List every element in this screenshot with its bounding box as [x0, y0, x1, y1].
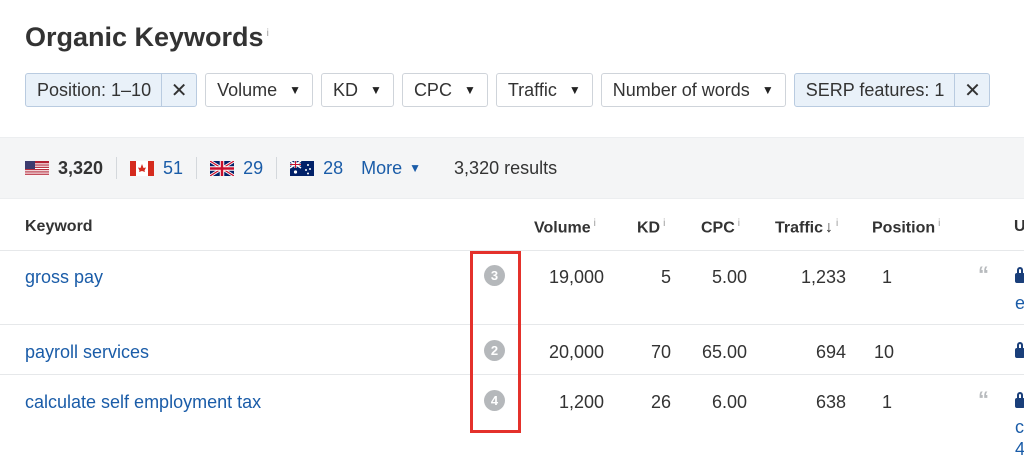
clipped-text[interactable]: 4 [1015, 439, 1024, 460]
more-label[interactable]: More [361, 158, 402, 179]
chevron-down-icon: ▼ [463, 83, 476, 97]
column-kd[interactable]: KD i [637, 218, 665, 237]
country-uk[interactable]: 29 [210, 158, 263, 179]
column-kd-label[interactable]: KD [637, 219, 660, 236]
traffic-filter-dropdown[interactable]: Traffic ▼ [495, 73, 593, 107]
traffic-value: 694 [815, 342, 846, 362]
column-traffic[interactable]: Traffic ↓ i [775, 218, 838, 237]
column-keyword-label[interactable]: Keyword [25, 218, 93, 235]
keyword-link[interactable]: calculate self employment tax [25, 392, 261, 413]
divider [116, 157, 118, 179]
country-australia-count[interactable]: 28 [323, 158, 343, 179]
volume-filter-dropdown[interactable]: Volume ▼ [205, 73, 314, 107]
keyword-link[interactable]: payroll services [25, 342, 149, 363]
volume-value: 20,000 [548, 342, 604, 362]
column-clipped-label[interactable]: U [1014, 218, 1024, 235]
column-traffic-label[interactable]: Traffic [775, 219, 823, 236]
country-uk-count[interactable]: 29 [243, 158, 263, 179]
column-volume-label[interactable]: Volume [534, 219, 591, 236]
lock-icon [1015, 342, 1024, 358]
canada-flag-icon [130, 160, 155, 176]
serp-features-filter-chip[interactable]: SERP features: 1 ✕ [793, 73, 991, 107]
volume-filter-label: Volume [217, 79, 278, 100]
column-volume[interactable]: Volume i [534, 218, 596, 237]
traffic-value: 1,233 [800, 267, 846, 287]
info-icon[interactable]: i [594, 218, 596, 229]
highlight-box [470, 251, 521, 433]
country-canada-count[interactable]: 51 [163, 158, 183, 179]
kd-value: 70 [650, 342, 671, 362]
filter-bar: Position: 1–10 ✕ Volume ▼ KD ▼ CPC ▼ Tra… [25, 73, 991, 107]
chevron-down-icon: ▼ [289, 83, 302, 97]
country-bar: 3,320 51 29 28 More ▼ 3,320 results [0, 137, 1024, 199]
column-cpc-label[interactable]: CPC [701, 219, 735, 236]
country-us[interactable]: 3,320 [25, 158, 103, 179]
column-position[interactable]: Position i [872, 218, 940, 237]
divider [276, 157, 278, 179]
info-icon[interactable]: i [836, 218, 838, 229]
column-position-label[interactable]: Position [872, 219, 935, 236]
sort-descending-icon[interactable]: ↓ [825, 219, 833, 236]
clipped-text[interactable]: c [1015, 417, 1024, 438]
kd-value: 5 [660, 267, 671, 287]
divider [196, 157, 198, 179]
cpc-value: 6.00 [711, 392, 747, 412]
results-count: 3,320 results [454, 157, 558, 178]
clear-serp-filter-icon[interactable]: ✕ [954, 74, 989, 106]
volume-value: 1,200 [558, 392, 604, 412]
chevron-down-icon: ▼ [568, 83, 581, 97]
info-icon[interactable]: i [738, 218, 740, 229]
volume-value: 19,000 [548, 267, 604, 287]
cpc-filter-dropdown[interactable]: CPC ▼ [401, 73, 488, 107]
country-australia[interactable]: 28 [290, 158, 343, 179]
kd-value: 26 [650, 392, 671, 412]
table-header: Keyword Volume i KD i CPC i Traffic ↓ i Posit… [0, 218, 1024, 248]
page-title: Organic Keywords i [25, 22, 269, 53]
traffic-value: 638 [815, 392, 846, 412]
more-countries-dropdown[interactable]: More ▼ [361, 158, 421, 179]
uk-flag-icon [210, 160, 235, 176]
position-filter-label[interactable]: Position: 1–10 [26, 80, 161, 101]
country-canada[interactable]: 51 [130, 158, 183, 179]
position-value: 1 [882, 267, 893, 287]
column-keyword[interactable]: Keyword [25, 218, 93, 236]
quote-icon: “ [978, 387, 989, 412]
lock-icon [1015, 267, 1024, 283]
cpc-filter-label: CPC [413, 79, 452, 100]
serp-features-filter-label[interactable]: SERP features: 1 [795, 80, 955, 101]
page-title-text: Organic Keywords [25, 22, 264, 52]
australia-flag-icon [290, 160, 315, 176]
clear-position-filter-icon[interactable]: ✕ [161, 74, 196, 106]
quote-icon: “ [978, 262, 989, 287]
column-clipped[interactable]: U [1014, 218, 1024, 236]
chevron-down-icon: ▼ [761, 83, 774, 97]
info-icon[interactable]: i [663, 218, 665, 229]
chevron-down-icon: ▼ [409, 161, 422, 175]
cpc-value: 65.00 [701, 342, 747, 362]
position-value: 1 [882, 392, 893, 412]
chevron-down-icon: ▼ [370, 83, 382, 97]
number-of-words-filter-dropdown[interactable]: Number of words ▼ [600, 73, 786, 107]
cpc-value: 5.00 [711, 267, 747, 287]
info-icon[interactable]: i [267, 28, 269, 39]
us-flag-icon [25, 160, 49, 176]
lock-icon [1015, 392, 1024, 408]
keyword-link[interactable]: gross pay [25, 267, 103, 288]
kd-filter-label: KD [333, 79, 359, 100]
info-icon[interactable]: i [938, 218, 940, 229]
number-of-words-filter-label: Number of words [612, 79, 750, 100]
position-filter-chip[interactable]: Position: 1–10 ✕ [25, 73, 198, 107]
position-value: 10 [874, 342, 895, 362]
country-us-count: 3,320 [58, 157, 104, 178]
traffic-filter-label: Traffic [507, 79, 557, 100]
column-cpc[interactable]: CPC i [701, 218, 740, 237]
kd-filter-dropdown[interactable]: KD ▼ [321, 73, 394, 107]
clipped-text[interactable]: e [1015, 293, 1024, 314]
